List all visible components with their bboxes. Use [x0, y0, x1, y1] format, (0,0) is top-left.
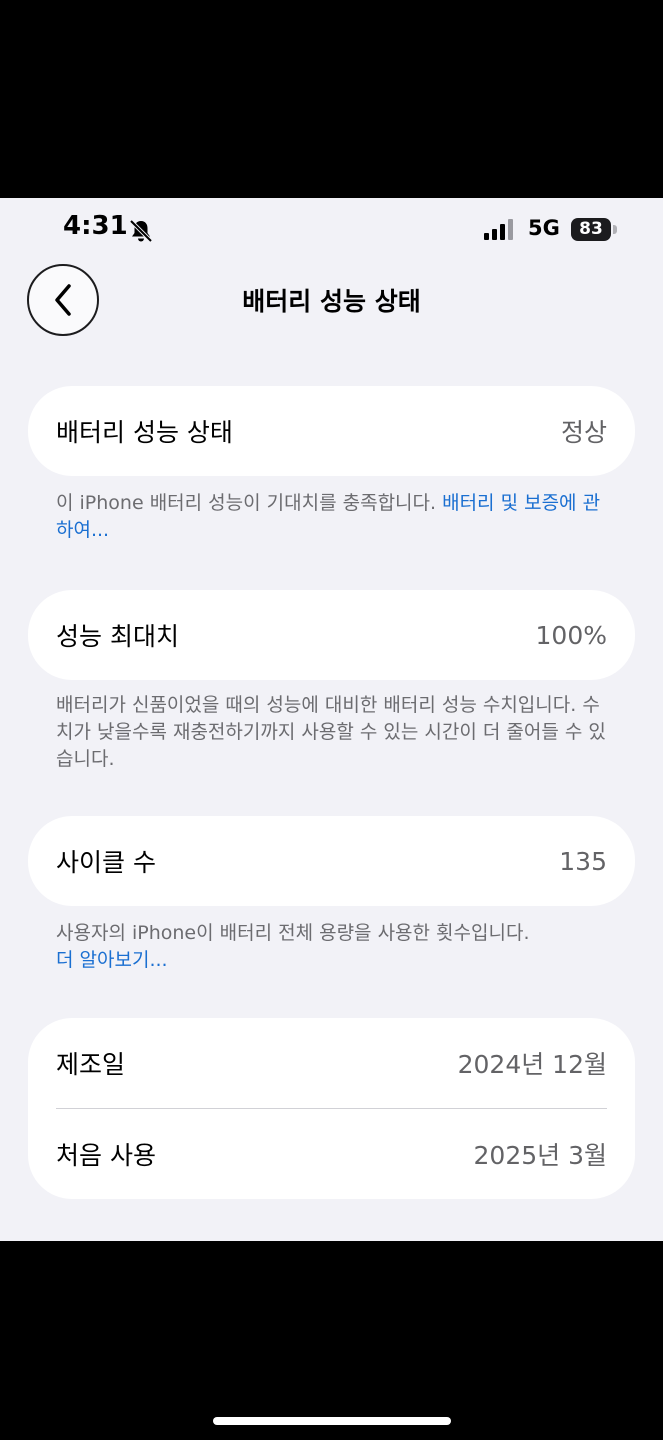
bell-slash-icon — [129, 219, 153, 243]
page-title: 배터리 성능 상태 — [242, 287, 421, 316]
max-capacity-footnote: 배터리가 신품이었을 때의 성능에 대비한 배터리 성능 수치입니다. 수치가 … — [56, 694, 606, 770]
cycle-count-row: 사이클 수 135 — [28, 816, 635, 906]
home-indicator[interactable] — [213, 1417, 451, 1425]
cycle-count-label: 사이클 수 — [56, 848, 156, 877]
status-time: 4:31 — [63, 211, 128, 241]
max-capacity-label: 성능 최대치 — [56, 622, 179, 651]
learn-more-link[interactable]: 더 알아보기... — [56, 947, 616, 974]
battery-health-row: 배터리 성능 상태 정상 — [28, 386, 635, 476]
battery-cap — [613, 225, 617, 234]
battery-health-label: 배터리 성능 상태 — [56, 418, 233, 447]
max-capacity-row: 성능 최대치 100% — [28, 590, 635, 680]
first-use-value: 2025년 3월 — [473, 1141, 607, 1170]
battery-indicator: 83 — [571, 218, 611, 241]
battery-health-description: 이 iPhone 배터리 성능이 기대치를 충족합니다. — [56, 492, 443, 514]
battery-health-card: 배터리 성능 상태 정상 — [28, 386, 635, 476]
max-capacity-card: 성능 최대치 100% — [28, 590, 635, 680]
cycle-count-description: 사용자의 iPhone이 배터리 전체 용량을 사용한 횟수입니다. — [56, 922, 530, 944]
cycle-count-value: 135 — [559, 846, 607, 876]
battery-health-footnote: 이 iPhone 배터리 성능이 기대치를 충족합니다. 배터리 및 보증에 관… — [56, 490, 616, 544]
first-use-label: 처음 사용 — [56, 1141, 156, 1170]
battery-dates-card: 제조일 2024년 12월 처음 사용 2025년 3월 — [28, 1018, 635, 1199]
first-use-row: 처음 사용 2025년 3월 — [28, 1109, 635, 1199]
settings-screen: 4:31 5G 83 배터리 성능 상태 배터리 성능 상태 정상 이 iPho… — [0, 198, 663, 1241]
manufacture-date-value: 2024년 12월 — [457, 1050, 607, 1079]
network-type: 5G — [528, 216, 560, 240]
manufacture-date-row: 제조일 2024년 12월 — [28, 1018, 635, 1108]
cellular-signal-icon — [484, 219, 513, 240]
manufacture-date-label: 제조일 — [56, 1050, 126, 1079]
status-bar: 4:31 5G 83 — [0, 198, 663, 262]
cycle-count-card: 사이클 수 135 — [28, 816, 635, 906]
cycle-count-footnote: 사용자의 iPhone이 배터리 전체 용량을 사용한 횟수입니다. 더 알아보… — [56, 920, 616, 974]
max-capacity-value: 100% — [535, 620, 607, 650]
battery-health-value: 정상 — [560, 418, 607, 447]
